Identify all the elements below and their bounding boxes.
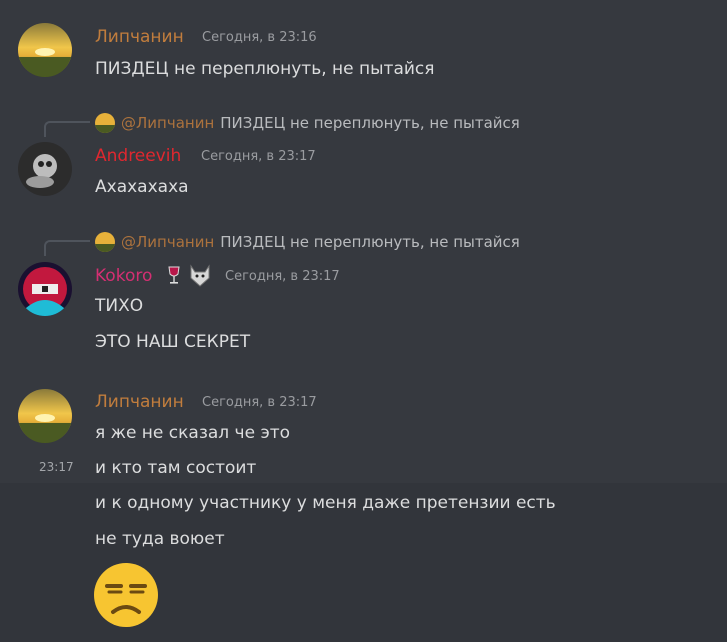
reply-text: ПИЗДЕЦ не переплюнуть, не пытайся: [220, 233, 520, 251]
wine-glass-icon: [165, 266, 183, 290]
message-text: ПИЗДЕЦ не переплюнуть, не пытайся: [95, 59, 435, 79]
reply-avatar: [95, 232, 115, 252]
avatar[interactable]: [18, 262, 72, 316]
reply-preview[interactable]: @Липчанин ПИЗДЕЦ не переплюнуть, не пыта…: [95, 232, 520, 252]
reply-avatar: [95, 113, 115, 133]
message-timestamp: Сегодня, в 23:16: [202, 30, 317, 45]
reply-preview[interactable]: @Липчанин ПИЗДЕЦ не переплюнуть, не пыта…: [95, 113, 520, 133]
author-name[interactable]: Липчанин: [95, 392, 184, 412]
avatar[interactable]: [18, 142, 72, 196]
wolf-icon: [187, 264, 213, 292]
message-timestamp: Сегодня, в 23:17: [225, 269, 340, 284]
avatar[interactable]: [18, 23, 72, 77]
message-timestamp: Сегодня, в 23:17: [202, 395, 317, 410]
message-timestamp: Сегодня, в 23:17: [201, 149, 316, 164]
reply-spine: [44, 121, 90, 137]
author-name[interactable]: Andreevih: [95, 146, 181, 166]
reply-mention[interactable]: @Липчанин: [121, 114, 214, 132]
message-text: не туда воюет: [95, 529, 225, 549]
message-text: Ахахахаха: [95, 177, 189, 197]
message-text: я же не сказал че это: [95, 423, 291, 443]
hover-timestamp: 23:17: [39, 460, 74, 474]
message-text: ЭТО НАШ СЕКРЕТ: [95, 332, 251, 352]
unamused-face-icon: [93, 562, 159, 632]
reply-mention[interactable]: @Липчанин: [121, 233, 214, 251]
avatar[interactable]: [18, 389, 72, 443]
author-name[interactable]: Kokoro: [95, 266, 152, 286]
author-name[interactable]: Липчанин: [95, 27, 184, 47]
message-text: и к одному участнику у меня даже претенз…: [95, 493, 556, 513]
reply-spine: [44, 240, 90, 256]
message-text: и кто там состоит: [95, 458, 257, 478]
message-text: ТИХО: [95, 296, 144, 316]
reply-text: ПИЗДЕЦ не переплюнуть, не пытайся: [220, 114, 520, 132]
